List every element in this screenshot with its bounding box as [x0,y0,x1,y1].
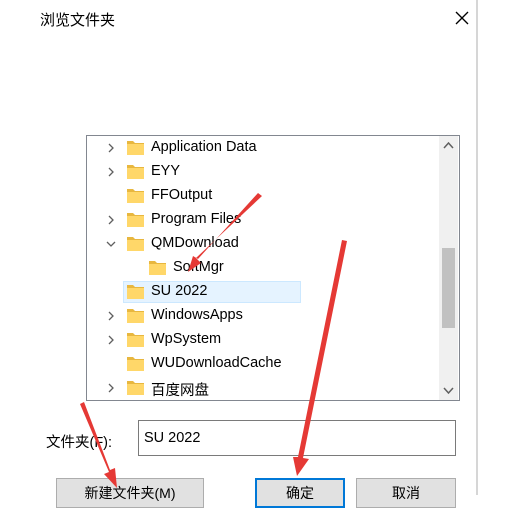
tree-item-label: 百度网盘 [151,383,209,399]
folder-icon [127,333,144,347]
tree-item-label: Application Data [151,139,257,155]
tree-item[interactable]: 百度网盘 [87,376,437,400]
tree-item[interactable]: FFOutput [87,184,437,208]
chevron-down-icon [443,387,454,395]
tree-item[interactable]: Program Files [87,208,437,232]
title-bar: 浏览文件夹 [0,0,509,36]
folder-icon [127,381,144,395]
tree-item[interactable]: QMDownload [87,232,437,256]
window-edge [476,0,478,495]
folder-icon [127,285,144,299]
chevron-right-icon[interactable] [105,382,117,394]
scroll-up-button[interactable] [439,136,458,155]
tree-item-label: WindowsApps [151,307,243,323]
folder-icon [149,261,166,275]
chevron-right-icon[interactable] [105,142,117,154]
dialog-title: 浏览文件夹 [40,12,116,29]
folder-icon [127,165,144,179]
tree-item-label: FFOutput [151,187,213,203]
tree-item-label: QMDownload [151,235,239,251]
folder-icon [127,189,144,203]
tree-item-label: WpSystem [151,331,222,347]
tree-item[interactable]: Application Data [87,136,437,160]
close-button[interactable] [446,2,478,34]
scrollbar-thumb[interactable] [442,248,455,328]
folder-path-input[interactable] [138,420,456,456]
tree-item[interactable]: SoftMgr [87,256,437,280]
tree-item-label: SoftMgr [173,259,224,275]
folder-icon [127,309,144,323]
chevron-right-icon[interactable] [105,166,117,178]
tree-item[interactable]: WUDownloadCache [87,352,437,376]
close-icon [455,11,469,25]
vertical-scrollbar[interactable] [439,136,458,400]
folder-icon [127,141,144,155]
tree-item-label: SU 2022 [151,283,208,299]
folder-icon [127,237,144,251]
cancel-button[interactable]: 取消 [356,478,456,508]
tree-item[interactable]: SU 2022 [87,280,437,304]
chevron-right-icon[interactable] [105,334,117,346]
chevron-up-icon [443,141,454,149]
scroll-down-button[interactable] [439,381,458,400]
tree-item[interactable]: EYY [87,160,437,184]
tree-item-label: WUDownloadCache [151,355,282,371]
ok-button[interactable]: 确定 [255,478,345,508]
folder-tree[interactable]: Application Data EYY FFOutput Program Files… [86,135,460,401]
folder-field-label: 文件夹(F): [46,435,113,451]
folder-icon [127,357,144,371]
tree-item-label: EYY [151,163,181,179]
selection-highlight [123,281,301,303]
browse-folder-dialog: 浏览文件夹 Application Data EYY FFOutput Program… [0,0,509,508]
tree-item[interactable]: WindowsApps [87,304,437,328]
tree-item-label: Program Files [151,211,242,227]
chevron-right-icon[interactable] [105,310,117,322]
chevron-down-icon[interactable] [105,238,117,250]
tree-item[interactable]: WpSystem [87,328,437,352]
chevron-right-icon[interactable] [105,214,117,226]
new-folder-button[interactable]: 新建文件夹(M) [56,478,204,508]
folder-icon [127,213,144,227]
